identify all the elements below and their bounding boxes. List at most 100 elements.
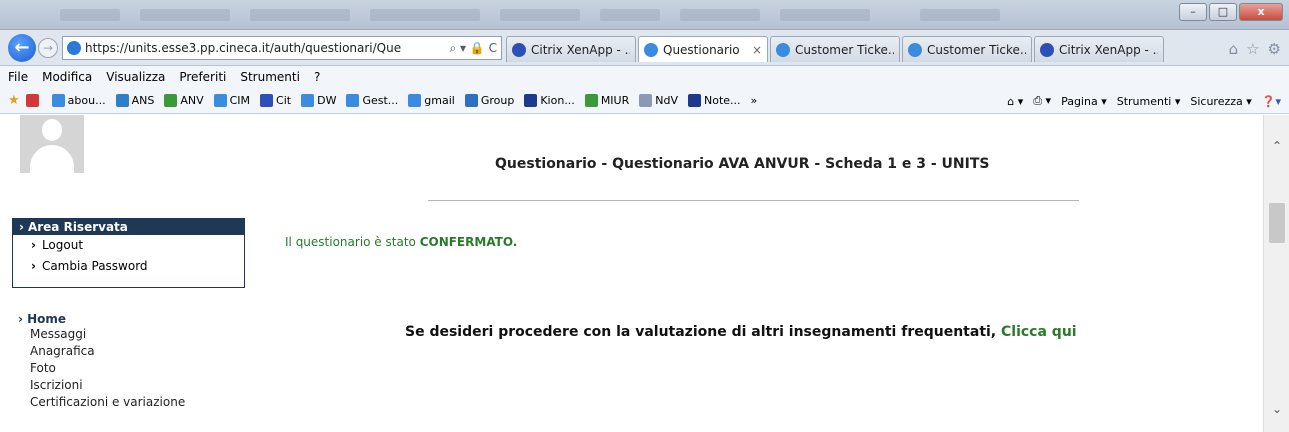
favorite-cim[interactable]: CIM <box>213 94 251 107</box>
favorites-star-icon[interactable]: ★ <box>8 93 20 108</box>
confirmation-message: Il questionario è stato CONFERMATO. <box>285 235 517 249</box>
scroll-up-icon[interactable]: ⌃ <box>1264 135 1289 157</box>
favorite-gmail[interactable]: gmail <box>408 94 455 107</box>
sidebar-item-iscrizioni[interactable]: Iscrizioni <box>18 377 185 394</box>
favorite-icon <box>115 94 129 107</box>
menu-preferiti[interactable]: Preferiti <box>179 70 226 84</box>
close-tab-icon[interactable]: × <box>752 43 762 57</box>
area-riservata-box: › Area Riservata › Logout › Cambia Password <box>12 218 245 288</box>
maximize-button[interactable]: □ <box>1209 3 1237 21</box>
sidebar-item-certificazioni[interactable]: Certificazioni e variazione <box>18 394 185 411</box>
home-icon[interactable]: ⌂ <box>1229 40 1239 58</box>
more-favorites-icon[interactable]: » <box>751 94 758 107</box>
command-bar: ⌂ ▾ ⎙ ▾ Pagina ▾ Strumenti ▾ Sicurezza ▾… <box>1007 88 1281 114</box>
logout-link[interactable]: › Logout <box>13 235 244 256</box>
sidebar-item-home[interactable]: › Home <box>18 312 185 326</box>
favorite-miur[interactable]: MIUR <box>584 94 630 107</box>
window-controls: – □ x <box>1179 3 1283 21</box>
cambia-password-label: Cambia Password <box>41 259 148 273</box>
close-button[interactable]: x <box>1239 3 1283 21</box>
favorite-icon <box>260 94 274 107</box>
favorite-label: CIM <box>229 94 251 107</box>
back-button[interactable]: ← <box>8 34 36 62</box>
window-titlebar: – □ x <box>0 0 1289 30</box>
tab-label: Citrix XenApp - ... <box>531 42 630 57</box>
address-bar[interactable]: https://units.esse3.pp.cineca.it/auth/qu… <box>62 36 502 60</box>
tab-label: Citrix XenApp - ... <box>1059 42 1158 57</box>
favorite-label: Kion... <box>540 94 575 107</box>
address-tools[interactable]: ⌕ ▾ 🔒 C <box>445 41 501 56</box>
favorite-icon <box>164 94 178 107</box>
blurred-title-text <box>920 9 1000 21</box>
menu-strumenti[interactable]: Strumenti <box>240 70 300 84</box>
print-icon[interactable]: ⎙ ▾ <box>1033 94 1051 108</box>
sicurezza-menu[interactable]: Sicurezza ▾ <box>1190 95 1251 108</box>
favorite-icon <box>301 94 315 107</box>
tab-citrix-1[interactable]: Citrix XenApp - ... <box>506 36 636 62</box>
favorite-anv[interactable]: ANV <box>164 94 204 107</box>
scroll-down-icon[interactable]: ⌄ <box>1264 398 1289 420</box>
pagina-menu[interactable]: Pagina ▾ <box>1061 95 1107 108</box>
avatar-body <box>30 145 74 173</box>
menu-help[interactable]: ? <box>314 70 320 84</box>
settings-gear-icon[interactable]: ⚙ <box>1268 40 1281 58</box>
favorite-gest[interactable]: Gest... <box>346 94 398 107</box>
home-icon[interactable]: ⌂ ▾ <box>1007 95 1023 108</box>
tab-citrix-2[interactable]: Citrix XenApp - ... <box>1034 36 1164 62</box>
chevron-right-icon: › <box>31 238 36 252</box>
url-text[interactable]: https://units.esse3.pp.cineca.it/auth/qu… <box>85 41 445 55</box>
sidebar-item-anagrafica[interactable]: Anagrafica <box>18 343 185 360</box>
tab-customer-ticket-1[interactable]: Customer Ticke... <box>770 36 900 62</box>
favorite-group[interactable]: Group <box>464 94 515 107</box>
tab-questionario[interactable]: Questionario × <box>638 36 768 62</box>
continue-message: Se desideri procedere con la valutazione… <box>405 324 1077 340</box>
favorite-label: gmail <box>424 94 455 107</box>
sidebar-item-foto[interactable]: Foto <box>18 360 185 377</box>
navigation-bar: ← → https://units.esse3.pp.cineca.it/aut… <box>0 30 1289 66</box>
menu-file[interactable]: File <box>8 70 28 84</box>
blurred-title-text <box>60 9 120 21</box>
blurred-title-text <box>140 9 230 21</box>
favorite-icon <box>25 94 39 107</box>
citrix-icon <box>512 42 526 57</box>
favorite-cit[interactable]: Cit <box>260 94 291 107</box>
favorite-note[interactable]: Note... <box>688 94 741 107</box>
confirmation-status: CONFERMATO. <box>419 235 518 249</box>
favorite-icon <box>464 94 478 107</box>
favorite-icon <box>51 94 65 107</box>
blurred-title-text <box>370 9 480 21</box>
area-riservata-header[interactable]: › Area Riservata <box>13 219 244 235</box>
citrix-icon <box>1040 42 1054 57</box>
menu-modifica[interactable]: Modifica <box>42 70 92 84</box>
favorites-star-icon[interactable]: ☆ <box>1246 40 1259 58</box>
clicca-qui-link[interactable]: Clicca qui <box>1001 324 1077 340</box>
forward-button[interactable]: → <box>38 38 58 58</box>
favorite-kion[interactable]: Kion... <box>524 94 575 107</box>
favorite-icon <box>524 94 538 107</box>
divider <box>428 200 1079 201</box>
sidebar-item-messaggi[interactable]: Messaggi <box>18 326 185 343</box>
favorite-about[interactable]: abou... <box>51 94 106 107</box>
favorite-label: MIUR <box>600 94 630 107</box>
vertical-scrollbar[interactable]: ⌃ ⌄ <box>1263 115 1289 432</box>
tab-customer-ticket-2[interactable]: Customer Ticke... <box>902 36 1032 62</box>
strumenti-menu[interactable]: Strumenti ▾ <box>1117 95 1181 108</box>
page-title: Questionario - Questionario AVA ANVUR - … <box>495 156 990 172</box>
confirmation-text: Il questionario è stato <box>285 235 420 249</box>
favorite-icon <box>408 94 422 107</box>
menu-visualizza[interactable]: Visualizza <box>106 70 165 84</box>
favorite-label: Group <box>480 94 515 107</box>
blurred-title-text <box>500 9 580 21</box>
help-icon[interactable]: ❓▾ <box>1262 95 1281 108</box>
cambia-password-link[interactable]: › Cambia Password <box>13 256 244 277</box>
scroll-thumb[interactable] <box>1269 203 1285 243</box>
favorite-ans[interactable]: ANS <box>115 94 154 107</box>
favorite-the[interactable] <box>25 94 42 107</box>
favorite-dw[interactable]: DW <box>301 94 336 107</box>
favorite-ndv[interactable]: NdV <box>639 94 678 107</box>
tab-label: Customer Ticke... <box>927 42 1026 57</box>
avatar <box>20 115 84 173</box>
logout-label: Logout <box>41 238 84 252</box>
favorite-icon <box>688 94 701 107</box>
minimize-button[interactable]: – <box>1179 3 1207 21</box>
